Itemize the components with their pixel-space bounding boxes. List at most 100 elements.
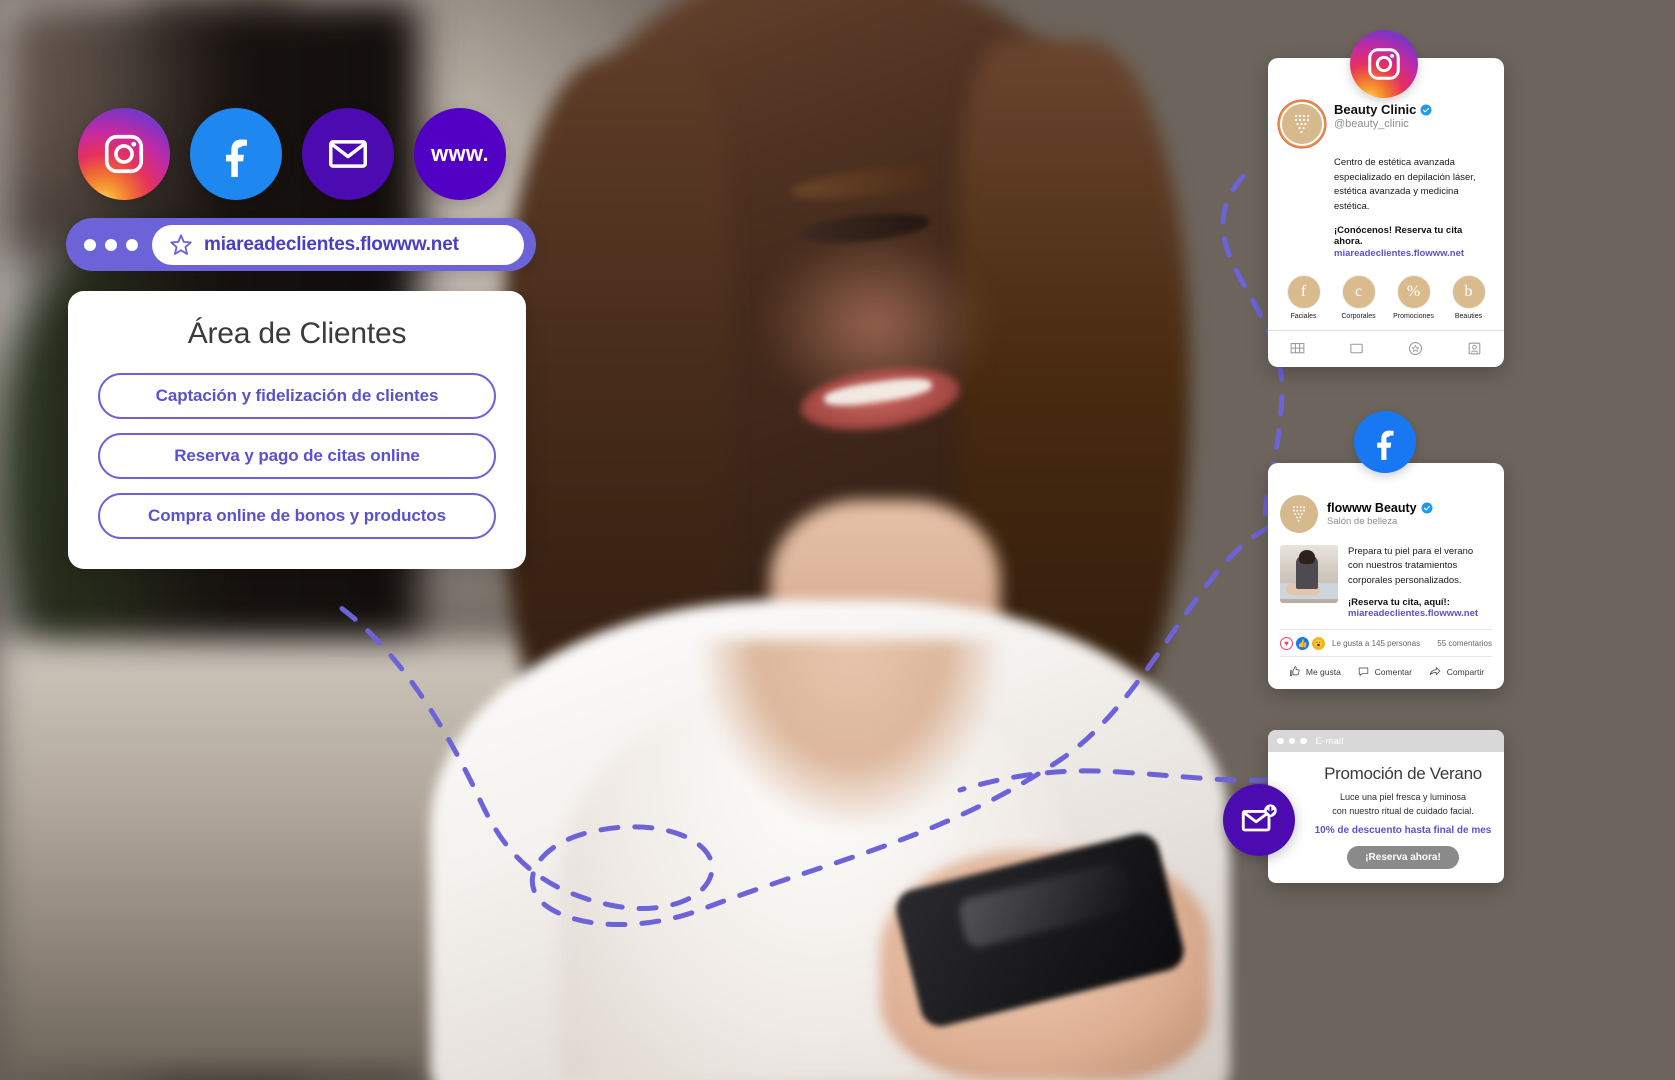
instagram-profile-card: Beauty Clinic @beauty_clinic Centro de e…	[1268, 58, 1504, 367]
email-title: Promoción de Verano	[1324, 764, 1482, 783]
url-text: miareadeclientes.flowww.net	[204, 233, 459, 255]
email-button[interactable]	[302, 108, 394, 200]
instagram-display-name: Beauty Clinic	[1334, 102, 1417, 117]
flowww-logo-icon	[1292, 506, 1306, 522]
clients-pill-shop[interactable]: Compra online de bonos y productos	[98, 493, 496, 539]
window-dot	[1300, 737, 1307, 745]
window-dot	[1277, 737, 1284, 745]
email-badge	[1223, 784, 1295, 856]
social-buttons-row: www.	[78, 108, 506, 200]
facebook-likes-count[interactable]: Le gusta a 145 personas	[1332, 639, 1420, 648]
clients-pill-booking[interactable]: Reserva y pago de citas online	[98, 433, 496, 479]
instagram-bio: Centro de estética avanzada especializad…	[1268, 146, 1504, 215]
instagram-tab-bar	[1268, 329, 1504, 367]
igtv-icon[interactable]	[1407, 340, 1424, 357]
email-window-title: E-mail	[1315, 735, 1344, 747]
window-dot	[126, 238, 138, 251]
avatar[interactable]	[1280, 102, 1324, 146]
facebook-name-row: flowww Beauty	[1327, 501, 1433, 515]
instagram-identity: Beauty Clinic @beauty_clinic	[1334, 102, 1432, 130]
facebook-page-name: flowww Beauty	[1327, 501, 1417, 515]
highlight-faciales[interactable]: f Faciales	[1279, 274, 1329, 320]
instagram-cta-text: ¡Conócenos! Reserva tu cita ahora.	[1334, 224, 1463, 247]
comment-button-label: Comentar	[1374, 666, 1412, 677]
facebook-badge	[1354, 411, 1416, 473]
share-button[interactable]: Compartir	[1428, 665, 1484, 679]
reels-icon[interactable]	[1348, 340, 1365, 357]
thumbs-up-icon	[1289, 666, 1300, 677]
highlight-initial: c	[1341, 274, 1376, 309]
website-button[interactable]: www.	[414, 108, 506, 200]
wow-reaction-icon: 😮	[1312, 636, 1325, 650]
reaction-icons: ♥ 👍 😮 Le gusta a 145 personas	[1280, 636, 1420, 650]
facebook-post-line: corporales personalizados.	[1348, 574, 1462, 586]
like-button-label: Me gusta	[1305, 666, 1341, 677]
window-dots	[1277, 737, 1307, 745]
avatar[interactable]	[1280, 495, 1318, 533]
like-reaction-icon: 👍	[1296, 636, 1309, 650]
comment-button[interactable]: Comentar	[1357, 665, 1412, 678]
email-text-line: con nuestro ritual de cuidado facial.	[1332, 805, 1474, 816]
thumbnail-therapist-hair	[1299, 550, 1315, 564]
window-dot	[84, 238, 96, 251]
facebook-page-category: Salón de belleza	[1327, 516, 1398, 527]
highlight-corporales[interactable]: c Corporales	[1334, 274, 1384, 320]
facebook-post-body: Prepara tu piel para el verano con nuest…	[1268, 533, 1504, 619]
facebook-actions-row: Me gusta Comentar Compartir	[1280, 655, 1492, 689]
window-dot	[105, 238, 117, 251]
clients-area-title: Área de Clientes	[187, 317, 407, 350]
share-arrow-icon	[1429, 666, 1441, 675]
instagram-bio-line: especializado en depilación láser,	[1334, 171, 1476, 183]
highlight-label: Beauties	[1454, 312, 1483, 320]
email-promo-text: 10% de descuento hasta final de mes	[1314, 825, 1492, 836]
facebook-button[interactable]	[190, 108, 282, 200]
instagram-badge	[1350, 30, 1418, 98]
subject-thumb	[1040, 940, 1160, 1050]
website-button-label: www.	[431, 141, 489, 166]
url-input[interactable]: miareadeclientes.flowww.net	[152, 224, 524, 265]
highlight-promociones[interactable]: % Promociones	[1389, 274, 1439, 320]
comment-bubble-icon	[1358, 667, 1368, 677]
highlight-initial: b	[1451, 274, 1486, 309]
envelope-icon	[329, 140, 367, 168]
facebook-stats-row: ♥ 👍 😮 Le gusta a 145 personas 55 comenta…	[1280, 628, 1492, 656]
love-reaction-icon: ♥	[1280, 636, 1293, 650]
browser-url-bar[interactable]: miareadeclientes.flowww.net	[66, 218, 536, 271]
facebook-icon	[1377, 430, 1394, 460]
like-button[interactable]: Me gusta	[1288, 665, 1341, 678]
email-window-titlebar: E-mail	[1268, 730, 1504, 752]
grid-icon[interactable]	[1289, 340, 1306, 357]
facebook-post-link[interactable]: miareadeclientes.flowww.net	[1348, 608, 1478, 619]
facebook-comments-count[interactable]: 55 comentarios	[1437, 639, 1492, 648]
instagram-icon	[1368, 48, 1400, 80]
window-dots	[84, 238, 138, 251]
instagram-handle: @beauty_clinic	[1334, 118, 1409, 130]
facebook-cta-text: ¡Reserva tu cita, aquí!:	[1348, 596, 1450, 608]
flowww-logo-icon	[1294, 114, 1310, 134]
subject-chest	[700, 640, 1000, 830]
highlight-initial: %	[1396, 274, 1431, 309]
highlight-label: Promociones	[1393, 312, 1434, 320]
envelope-download-icon	[1241, 804, 1277, 832]
instagram-bio-link[interactable]: miareadeclientes.flowww.net	[1268, 247, 1504, 271]
instagram-button[interactable]	[78, 108, 170, 200]
facebook-header: flowww Beauty Salón de belleza	[1268, 463, 1504, 533]
post-thumbnail[interactable]	[1280, 545, 1338, 603]
facebook-identity: flowww Beauty Salón de belleza	[1327, 501, 1433, 527]
window-dot	[1288, 737, 1295, 745]
email-cta-button[interactable]: ¡Reserva ahora!	[1347, 846, 1459, 869]
highlight-initial: f	[1286, 274, 1321, 309]
highlight-beauties[interactable]: b Beauties	[1444, 274, 1494, 320]
star-icon[interactable]	[168, 232, 194, 258]
facebook-post-line: con nuestros tratamientos	[1348, 560, 1458, 572]
highlight-label: Corporales	[1341, 312, 1376, 320]
facebook-post-text-block: Prepara tu piel para el verano con nuest…	[1348, 545, 1478, 619]
instagram-highlights-row: f Faciales c Corporales % Promociones b …	[1268, 271, 1504, 330]
instagram-bio-line: Centro de estética avanzada	[1334, 157, 1455, 168]
email-body: Promoción de Verano Luce una piel fresca…	[1268, 752, 1504, 883]
email-text-line: Luce una piel fresca y luminosa	[1339, 792, 1467, 802]
instagram-name-row: Beauty Clinic	[1334, 102, 1432, 117]
tagged-icon[interactable]	[1466, 340, 1483, 357]
clients-pill-acquisition[interactable]: Captación y fidelización de clientes	[98, 373, 496, 419]
facebook-icon	[226, 139, 247, 177]
